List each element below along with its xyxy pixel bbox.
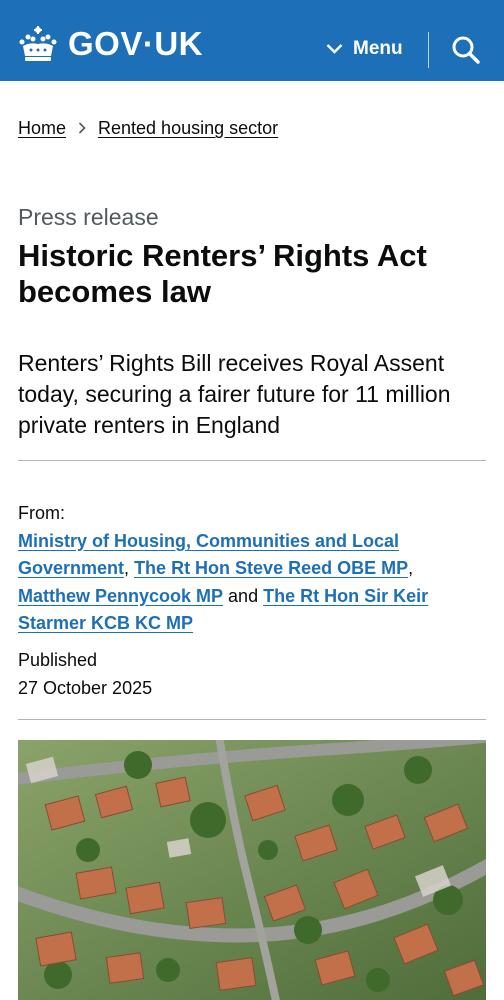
page-caption: Press release xyxy=(18,204,159,230)
org-link-matthew-pennycook[interactable]: Matthew Pennycook MP xyxy=(18,586,223,606)
breadcrumb-rented-housing-link[interactable]: Rented housing sector xyxy=(98,118,278,139)
search-icon xyxy=(452,36,480,64)
crown-icon xyxy=(19,26,57,61)
org-link-steve-reed[interactable]: The Rt Hon Steve Reed OBE MP xyxy=(134,558,408,578)
published-label: Published xyxy=(18,650,98,670)
organisation-list: Ministry of Housing, Communities and Loc… xyxy=(18,528,488,638)
govuk-logo-link[interactable]: GOV·UK xyxy=(18,22,203,66)
page-lead: Renters’ Rights Bill receives Royal Asse… xyxy=(18,350,451,438)
published-date: 27 October 2025 xyxy=(18,678,153,698)
logo-text: GOV·UK xyxy=(68,25,203,62)
metadata-published: Published 27 October 2025 xyxy=(18,646,152,702)
site-header: GOV·UK Menu xyxy=(0,0,504,81)
chevron-down-icon xyxy=(326,44,343,54)
aerial-housing-image xyxy=(18,740,486,1000)
chevron-right-icon xyxy=(78,121,86,137)
header-divider xyxy=(428,32,429,68)
separator-comma: , xyxy=(124,558,130,578)
from-label: From: xyxy=(18,503,65,523)
search-button[interactable] xyxy=(450,34,482,66)
menu-label: Menu xyxy=(353,38,403,59)
breadcrumb: Home Rented housing sector xyxy=(18,118,278,139)
menu-button[interactable]: Menu xyxy=(326,32,403,66)
hero-image xyxy=(18,740,486,1000)
separator-comma: , xyxy=(408,558,414,578)
section-divider xyxy=(18,460,486,461)
breadcrumb-home-link[interactable]: Home xyxy=(18,118,66,139)
metadata-from: From: Ministry of Housing, Communities a… xyxy=(18,500,488,638)
page-title: Historic Renters’ Rights Act becomes law xyxy=(18,238,427,309)
section-divider xyxy=(18,719,486,720)
separator-and: and xyxy=(228,585,259,606)
